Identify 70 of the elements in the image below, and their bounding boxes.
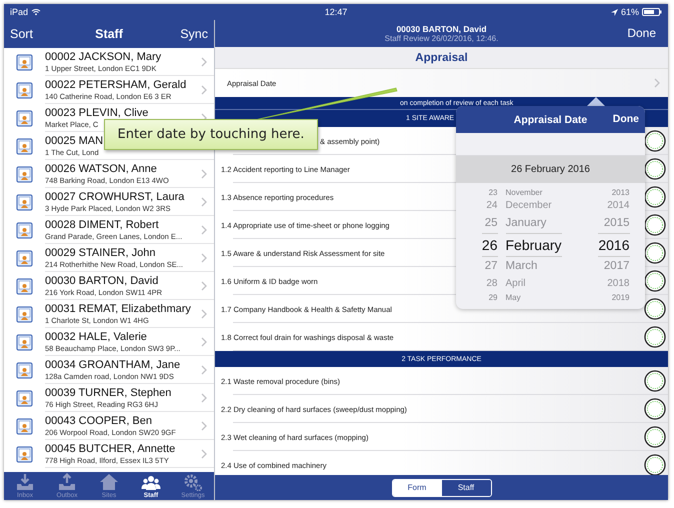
staff-name[interactable]: 00032 HALE, Valerie — [45, 331, 147, 344]
answer-circle-icon — [644, 186, 666, 208]
answer-circle-icon — [644, 326, 666, 348]
staff-name[interactable]: 00030 BARTON, David — [45, 275, 158, 288]
sort-button[interactable]: Sort — [10, 27, 33, 41]
staff-name[interactable]: 00028 DIMENT, Robert — [45, 219, 159, 232]
device-name: iPad — [10, 7, 28, 17]
staff-card-icon — [16, 278, 33, 294]
staff-card-icon — [16, 110, 33, 126]
outbox-icon — [57, 473, 77, 491]
staff-name[interactable]: 00022 PETERSHAM, Gerald — [45, 79, 186, 92]
answer-circle-icon — [644, 130, 666, 152]
staff-name[interactable]: 00029 STAINER, John — [45, 247, 156, 260]
staff-card-icon — [16, 390, 33, 406]
inbox-icon — [15, 473, 35, 491]
staff-name[interactable]: 00031 REMAT, Elizabethmary — [45, 303, 191, 316]
answer-circle-icon — [644, 454, 666, 475]
segment-tab[interactable]: Form — [392, 480, 442, 496]
popover-arrow — [587, 97, 605, 106]
answer-circle-icon — [644, 158, 666, 180]
sync-button[interactable]: Sync — [180, 27, 208, 41]
staff-card-icon — [16, 250, 33, 266]
section-title: Appraisal — [415, 52, 468, 64]
staff-name[interactable]: 00034 GROANTHAM, Jane — [45, 359, 180, 372]
staff-name[interactable]: 00045 BUTCHER, Annette — [45, 443, 176, 456]
record-title: 00030 BARTON, David — [396, 24, 487, 34]
staff-card-icon — [16, 138, 33, 154]
staff-name[interactable]: 00027 CROWHURST, Laura — [45, 191, 184, 204]
staff-name[interactable]: 00023 PLEVIN, Clive — [45, 107, 148, 120]
people-icon — [141, 473, 161, 491]
clock-time: 12:47 — [324, 7, 348, 17]
record-subtitle: Staff Review 26/02/2016, 12:46. — [384, 34, 498, 44]
battery-percent: 61% — [620, 7, 639, 17]
staff-card-icon — [16, 362, 33, 378]
staff-card-icon — [16, 222, 33, 238]
staff-card-icon — [16, 194, 33, 210]
staff-card-icon — [16, 334, 33, 350]
picker-option[interactable]: 26 — [482, 233, 498, 257]
staff-card-icon — [16, 306, 33, 322]
answer-circle-icon — [644, 426, 666, 448]
staff-card-icon — [16, 54, 33, 70]
selected-date: 26 February 2016 — [511, 164, 590, 175]
settings-icon — [183, 473, 203, 491]
answer-circle-icon — [644, 298, 666, 320]
panel-title: Staff — [95, 27, 123, 41]
staff-card-icon — [16, 82, 33, 98]
answer-circle-icon — [644, 270, 666, 292]
answer-circle-icon — [644, 214, 666, 236]
picker-option[interactable]: February — [506, 233, 562, 257]
picker-title: Appraisal Date — [514, 114, 588, 126]
staff-name[interactable]: 00039 TURNER, Stephen — [45, 387, 172, 400]
battery-icon — [642, 8, 662, 16]
staff-name[interactable]: 00026 WATSON, Anne — [45, 163, 157, 176]
staff-name[interactable]: 00043 COOPER, Ben — [45, 415, 152, 428]
answer-circle-icon — [644, 370, 666, 392]
answer-circle-icon — [644, 398, 666, 420]
answer-circle-icon — [644, 242, 666, 264]
staff-name[interactable]: 00025 MAN — [45, 135, 104, 148]
location-icon — [610, 8, 618, 16]
picker-option[interactable]: 2016 — [598, 233, 630, 257]
staff-card-icon — [16, 418, 33, 434]
staff-name[interactable]: 00002 JACKSON, Mary — [45, 51, 162, 64]
staff-card-icon — [16, 446, 33, 462]
chevron-icon — [654, 78, 660, 88]
house-icon — [99, 473, 119, 491]
done-button[interactable]: Done — [612, 113, 639, 125]
done-button[interactable]: Done — [627, 26, 656, 40]
callout-note: Enter date by touching here. — [104, 119, 318, 150]
staff-card-icon — [16, 166, 33, 182]
wifi-icon — [31, 8, 42, 16]
